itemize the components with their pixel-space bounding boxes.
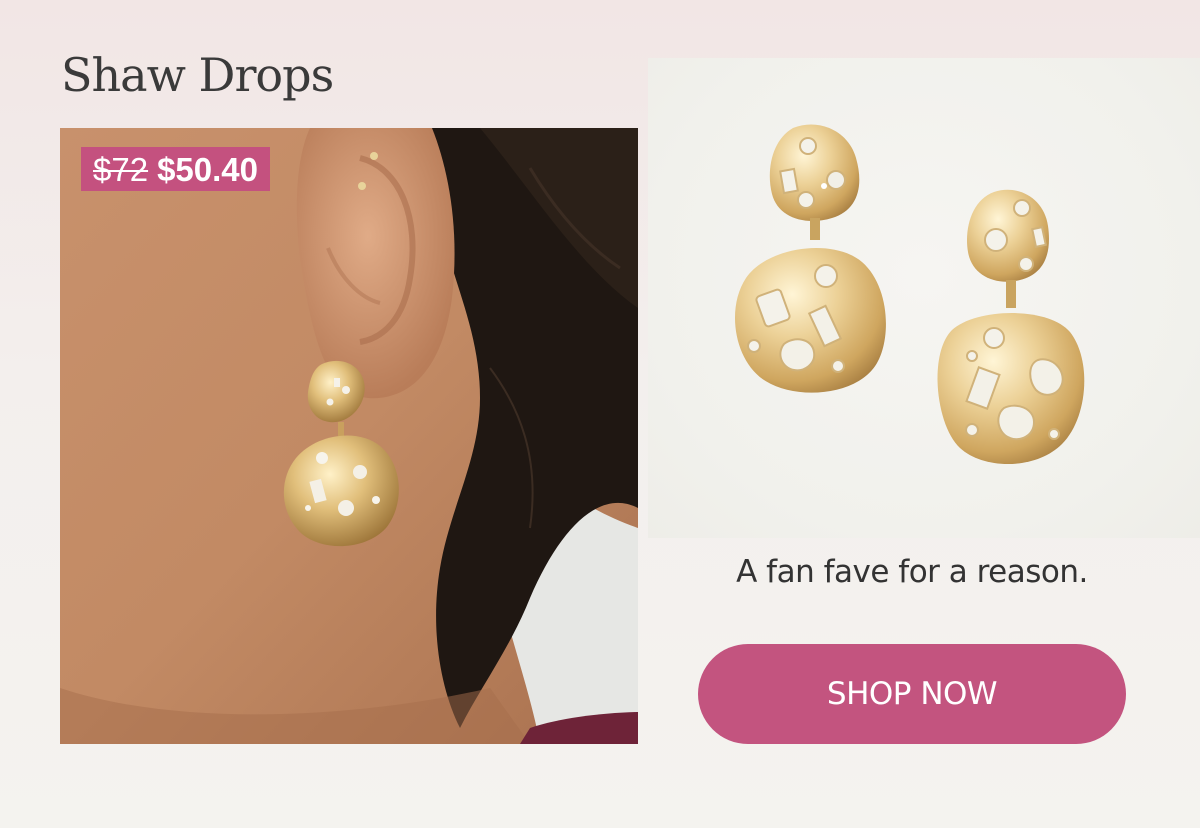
left-earring-connector (810, 218, 820, 240)
left-earring-top (769, 124, 860, 221)
original-price: $72 (93, 150, 149, 188)
product-title: Shaw Drops (61, 48, 334, 102)
shop-now-button[interactable]: SHOP NOW (698, 644, 1126, 744)
model-photo-illustration (60, 128, 638, 744)
left-earring-bottom (734, 248, 886, 393)
earrings-product-image[interactable] (648, 58, 1200, 538)
right-earring-bottom (937, 313, 1085, 465)
earrings-pair-illustration (734, 124, 1085, 465)
right-earring-connector (1006, 280, 1016, 308)
sale-price: $50.40 (157, 150, 258, 188)
price-badge: $72 $50.40 (81, 147, 270, 191)
model-wearing-earring-image[interactable] (60, 128, 638, 744)
promo-tagline: A fan fave for a reason. (736, 554, 1088, 590)
right-earring-top (967, 189, 1049, 282)
